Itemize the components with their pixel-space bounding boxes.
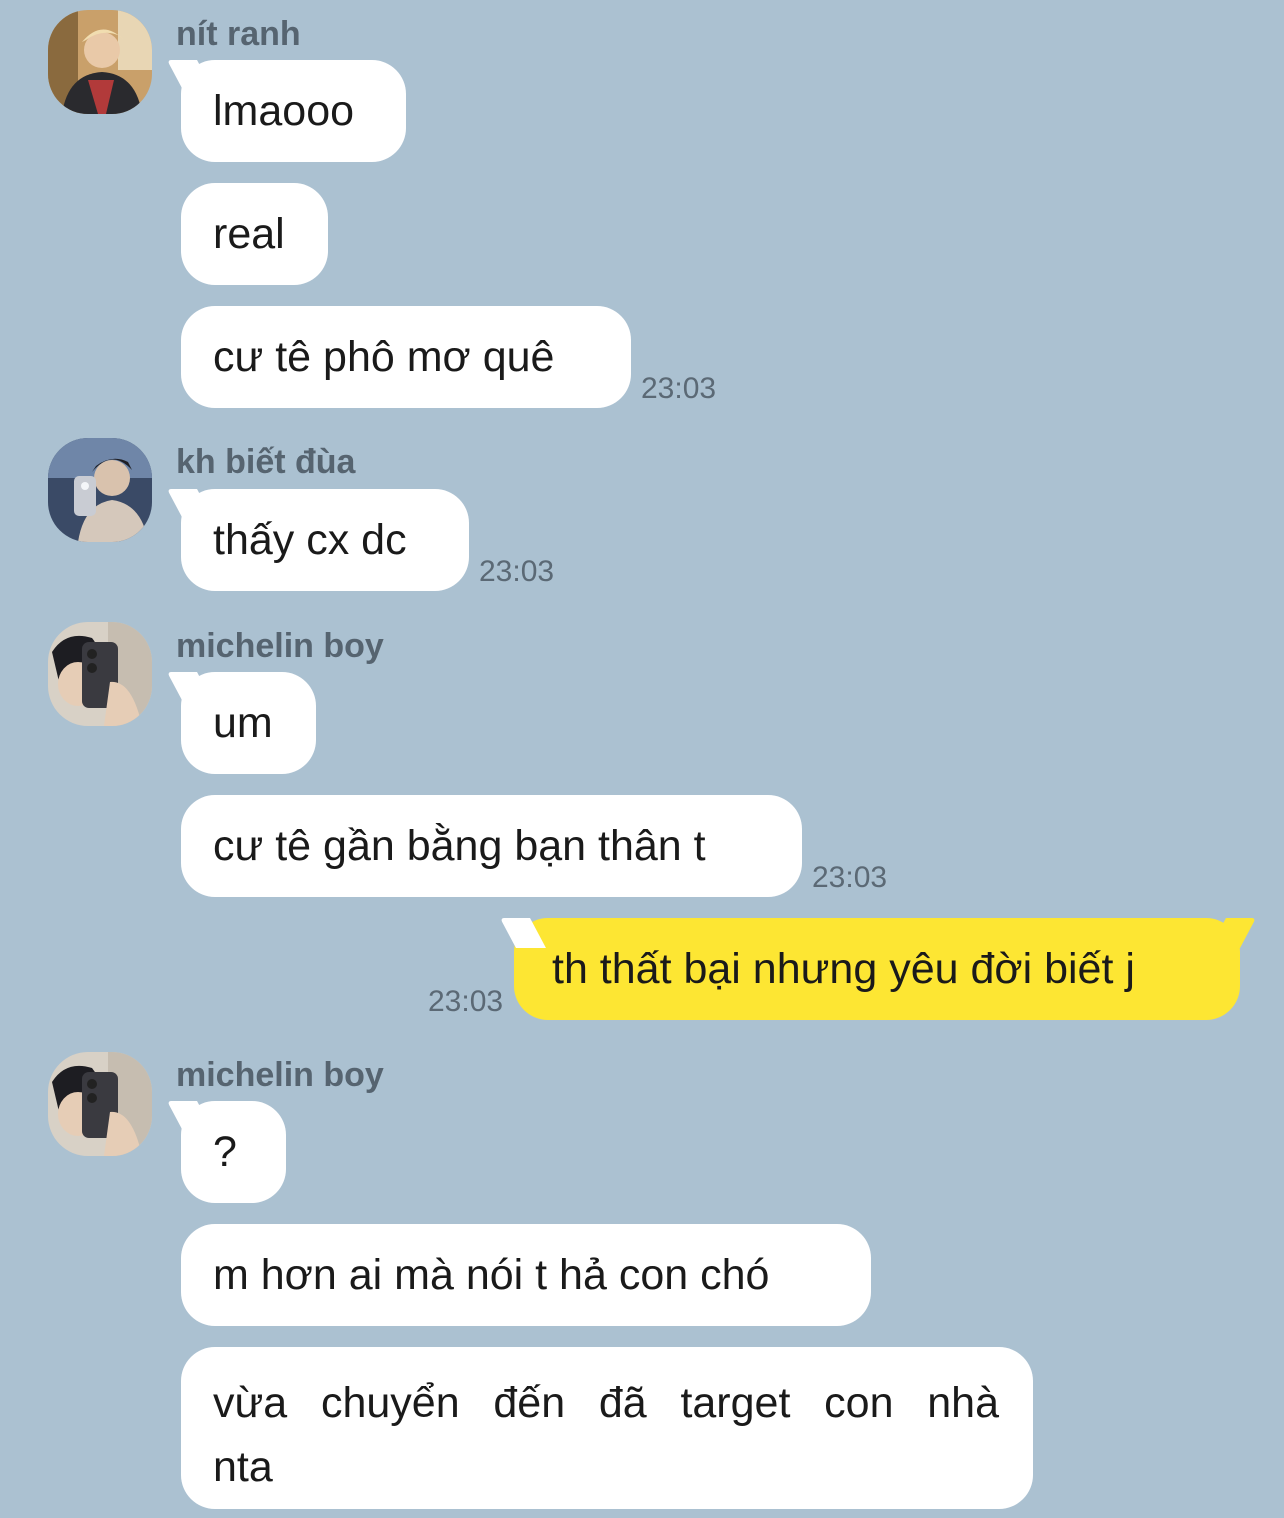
message-timestamp: 23:03 xyxy=(479,555,555,588)
message-text: lmaooo xyxy=(213,86,355,135)
message-text: m hơn ai mà nói t hả con chó xyxy=(213,1250,770,1299)
message-bubble[interactable]: lmaooo xyxy=(181,60,406,162)
message-bubble[interactable]: cư tê phô mơ quê xyxy=(181,306,631,408)
avatar-photo-icon xyxy=(48,438,152,542)
message-text: cư tê phô mơ quê xyxy=(213,332,555,381)
message-timestamp: 23:03 xyxy=(812,861,888,894)
message-bubble[interactable]: thấy cx dc xyxy=(181,489,469,591)
message-text: real xyxy=(213,209,285,258)
avatar-photo-icon xyxy=(48,1052,152,1156)
chat-view: nít ranh lmaooo real cư tê phô mơ quê 23… xyxy=(0,0,1284,1518)
message-bubble[interactable]: cư tê gần bằng bạn thân t xyxy=(181,795,802,897)
message-text: cư tê gần bằng bạn thân t xyxy=(213,821,706,870)
avatar-nit-ranh[interactable] xyxy=(48,10,152,114)
message-text: ? xyxy=(213,1127,237,1176)
avatar-photo-icon xyxy=(48,622,152,726)
avatar-photo-icon xyxy=(48,10,152,114)
avatar-kh-biet-dua[interactable] xyxy=(48,438,152,542)
sender-name: michelin boy xyxy=(176,1056,384,1094)
message-bubble[interactable]: real xyxy=(181,183,328,285)
message-bubble[interactable]: um xyxy=(181,672,316,774)
message-timestamp: 23:03 xyxy=(641,372,717,405)
message-text: vừa chuyển đến đã target con nhà nta xyxy=(213,1379,999,1491)
message-text: th thất bại nhưng yêu đời biết j xyxy=(552,944,1135,993)
message-bubble[interactable]: vừa chuyển đến đã target con nhà nta xyxy=(181,1347,1033,1509)
avatar-michelin-boy[interactable] xyxy=(48,622,152,726)
message-text: thấy cx dc xyxy=(213,515,407,564)
avatar-michelin-boy[interactable] xyxy=(48,1052,152,1156)
message-bubble[interactable]: ? xyxy=(181,1101,286,1203)
message-text: um xyxy=(213,698,273,747)
message-bubble[interactable]: m hơn ai mà nói t hả con chó xyxy=(181,1224,871,1326)
sender-name: michelin boy xyxy=(176,627,384,665)
sender-name: kh biết đùa xyxy=(176,443,356,481)
my-message-bubble[interactable]: th thất bại nhưng yêu đời biết j xyxy=(514,918,1240,1020)
sender-name: nít ranh xyxy=(176,15,301,53)
message-timestamp: 23:03 xyxy=(428,985,504,1018)
